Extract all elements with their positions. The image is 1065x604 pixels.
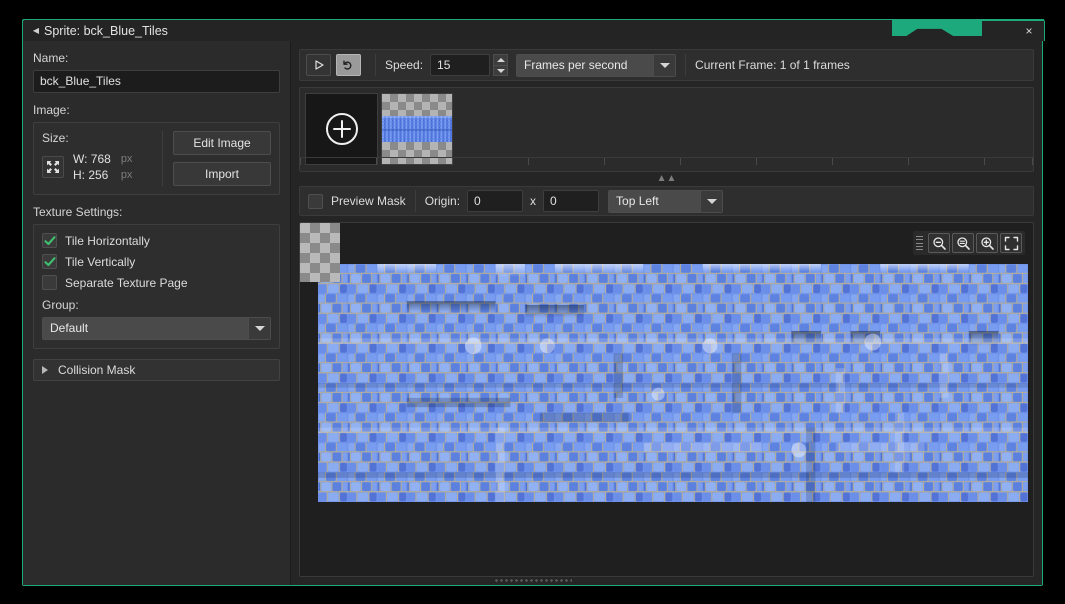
check-icon (44, 235, 56, 247)
origin-x-input[interactable]: 0 (467, 190, 523, 212)
resize-arrows-icon[interactable] (42, 156, 64, 178)
toolbar-divider-2 (685, 54, 686, 76)
origin-preset-select[interactable]: Top Left (608, 190, 723, 213)
chevron-down-icon (248, 318, 270, 339)
drag-handle-icon[interactable] (916, 235, 923, 251)
chevron-right-icon (42, 366, 48, 374)
window-titlebar[interactable]: ◀ Sprite: bck_Blue_Tiles × (22, 19, 1045, 41)
sprite-properties-panel: Name: bck_Blue_Tiles Image: Size: (23, 41, 291, 585)
titlebar-accent-notch (892, 19, 982, 36)
checkbox-box (42, 254, 57, 269)
speed-label: Speed: (385, 58, 423, 72)
texture-settings-group: Tile Horizontally Tile Vertically Separa… (33, 224, 280, 349)
speed-input[interactable]: 15 (430, 54, 490, 76)
checkbox-box (42, 275, 57, 290)
import-button[interactable]: Import (173, 162, 271, 186)
zoom-in-icon[interactable] (976, 233, 998, 253)
collision-mask-label: Collision Mask (58, 363, 135, 377)
collision-mask-section[interactable]: Collision Mask (33, 359, 280, 381)
image-size-group: Size: W: 768 (33, 122, 280, 195)
width-unit-label: px (121, 151, 133, 167)
sprite-canvas-area[interactable] (299, 222, 1034, 577)
zoom-out-icon[interactable] (928, 233, 950, 253)
speed-unit-select[interactable]: Frames per second (516, 54, 676, 77)
fit-to-screen-icon[interactable] (1000, 233, 1022, 253)
texture-settings-label: Texture Settings: (33, 205, 280, 219)
height-unit-label: px (121, 167, 133, 183)
timeline-ruler[interactable] (300, 157, 1033, 171)
speed-stepper[interactable] (493, 54, 508, 76)
group-label: Group: (42, 298, 271, 312)
loop-icon[interactable] (336, 54, 361, 76)
origin-y-input[interactable]: 0 (543, 190, 599, 212)
checkbox-box (42, 233, 57, 248)
add-circle-icon[interactable] (305, 93, 378, 165)
chevron-down-icon (653, 55, 675, 76)
toolbar-divider (375, 54, 376, 76)
origin-label: Origin: (425, 194, 460, 208)
checkbox-preview-mask[interactable]: Preview Mask (308, 194, 406, 209)
sprite-name-input[interactable]: bck_Blue_Tiles (33, 70, 280, 93)
frame-strip (299, 87, 1034, 172)
stepper-down-icon[interactable] (493, 65, 508, 76)
edit-image-button[interactable]: Edit Image (173, 131, 271, 155)
titlebar-accent-bar (982, 19, 1044, 21)
close-icon[interactable]: × (1020, 23, 1038, 39)
window-resize-grip[interactable] (494, 578, 572, 583)
window-menu-caret-icon[interactable]: ◀ (28, 27, 44, 35)
zoom-reset-icon[interactable] (952, 233, 974, 253)
chevron-down-icon (700, 191, 722, 212)
transparency-checker (300, 223, 340, 282)
collapse-frames-handle[interactable]: ▲▲ (299, 172, 1034, 186)
size-label: Size: (42, 131, 152, 145)
sprite-image (318, 264, 1028, 502)
origin-separator: x (530, 194, 536, 208)
sprite-editor-window: ◀ Sprite: bck_Blue_Tiles × Name: bck_Blu… (22, 19, 1043, 586)
checkbox-tile-horizontally[interactable]: Tile Horizontally (42, 233, 271, 248)
checkbox-tile-vertically[interactable]: Tile Vertically (42, 254, 271, 269)
zoom-toolbar (913, 231, 1025, 255)
check-icon (44, 256, 56, 268)
origin-preset-value: Top Left (609, 191, 700, 212)
sprite-preview-panel: Speed: 15 Frames per second Current Fram… (291, 41, 1042, 585)
mask-origin-bar: Preview Mask Origin: 0 x 0 Top Left (299, 186, 1034, 216)
name-label: Name: (33, 51, 280, 65)
size-divider (162, 131, 163, 186)
checkbox-label: Preview Mask (331, 194, 406, 208)
frame-thumbnail-image (382, 116, 452, 142)
window-body: Name: bck_Blue_Tiles Image: Size: (23, 41, 1042, 585)
image-label: Image: (33, 103, 280, 117)
speed-unit-value: Frames per second (517, 55, 653, 76)
sprite-height-value: H: 256 (73, 167, 111, 183)
sprite-width-value: W: 768 (73, 151, 111, 167)
stepper-up-icon[interactable] (493, 54, 508, 65)
checkbox-box (308, 194, 323, 209)
mask-divider (415, 190, 416, 212)
texture-group-select[interactable]: Default (42, 317, 271, 340)
current-frame-status: Current Frame: 1 of 1 frames (695, 58, 850, 72)
chevron-double-up-icon: ▲▲ (657, 174, 677, 184)
checkbox-separate-texture-page[interactable]: Separate Texture Page (42, 275, 271, 290)
window-title: Sprite: bck_Blue_Tiles (44, 24, 168, 38)
checkbox-label: Separate Texture Page (65, 276, 188, 290)
animation-toolbar: Speed: 15 Frames per second Current Fram… (299, 49, 1034, 81)
list-item[interactable] (381, 93, 453, 165)
play-icon[interactable] (306, 54, 331, 76)
checkbox-label: Tile Horizontally (65, 234, 150, 248)
checkbox-label: Tile Vertically (65, 255, 135, 269)
texture-group-value: Default (43, 318, 248, 339)
